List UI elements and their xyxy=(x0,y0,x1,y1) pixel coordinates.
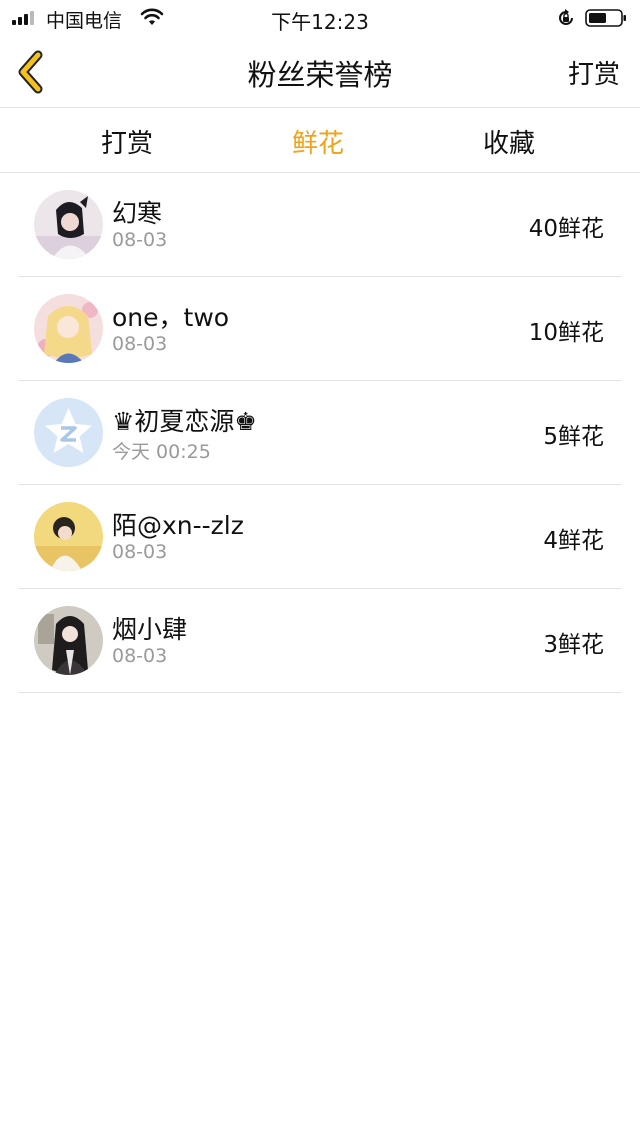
tab-bar: 打赏 鲜花 收藏 xyxy=(0,109,640,173)
user-avatar xyxy=(34,606,103,675)
rotation-lock-icon xyxy=(559,9,573,25)
list-item[interactable]: one，two 08-03 10鲜花 xyxy=(18,277,622,381)
fan-name: 幻寒 xyxy=(112,199,163,228)
flower-count: 4鲜花 xyxy=(543,528,604,554)
list-item[interactable]: 烟小肆 08-03 3鲜花 xyxy=(18,589,622,693)
battery-icon xyxy=(585,9,626,27)
fan-ranking-list: 幻寒 08-03 40鲜花 one，two 08-03 10鲜花 ♛初夏恋源♚ … xyxy=(18,173,622,693)
list-item[interactable]: 幻寒 08-03 40鲜花 xyxy=(18,173,622,277)
user-avatar xyxy=(34,294,103,363)
fan-time: 今天 00:25 xyxy=(112,441,211,463)
tab-favorites[interactable]: 收藏 xyxy=(483,123,535,160)
status-bar: 中国电信 下午12:23 xyxy=(0,0,640,36)
list-item[interactable]: ♛初夏恋源♚ 今天 00:25 5鲜花 xyxy=(18,381,622,485)
fan-name: 烟小肆 xyxy=(112,615,188,644)
fan-name: one，two xyxy=(112,303,230,332)
reward-button[interactable]: 打赏 xyxy=(568,54,620,91)
user-avatar xyxy=(34,190,103,259)
fan-name: 陌@xn--zlz xyxy=(112,511,244,540)
fan-name: ♛初夏恋源♚ xyxy=(112,407,257,436)
flower-count: 40鲜花 xyxy=(528,216,604,242)
fan-time: 08-03 xyxy=(112,229,168,251)
tab-reward[interactable]: 打赏 xyxy=(101,123,153,160)
fan-time: 08-03 xyxy=(112,333,168,355)
fan-time: 08-03 xyxy=(112,645,168,667)
user-avatar xyxy=(34,502,103,571)
flower-count: 3鲜花 xyxy=(543,632,604,658)
flower-count: 10鲜花 xyxy=(528,320,604,346)
navigation-bar: 粉丝荣誉榜 打赏 xyxy=(0,36,640,108)
flower-count: 5鲜花 xyxy=(543,424,604,450)
list-item[interactable]: 陌@xn--zlz 08-03 4鲜花 xyxy=(18,485,622,589)
tab-flowers[interactable]: 鲜花 xyxy=(292,123,344,160)
fan-time: 08-03 xyxy=(112,541,168,563)
status-time: 下午12:23 xyxy=(271,10,369,34)
page-title: 粉丝荣誉榜 xyxy=(247,58,393,92)
qq-default-avatar xyxy=(34,398,103,467)
